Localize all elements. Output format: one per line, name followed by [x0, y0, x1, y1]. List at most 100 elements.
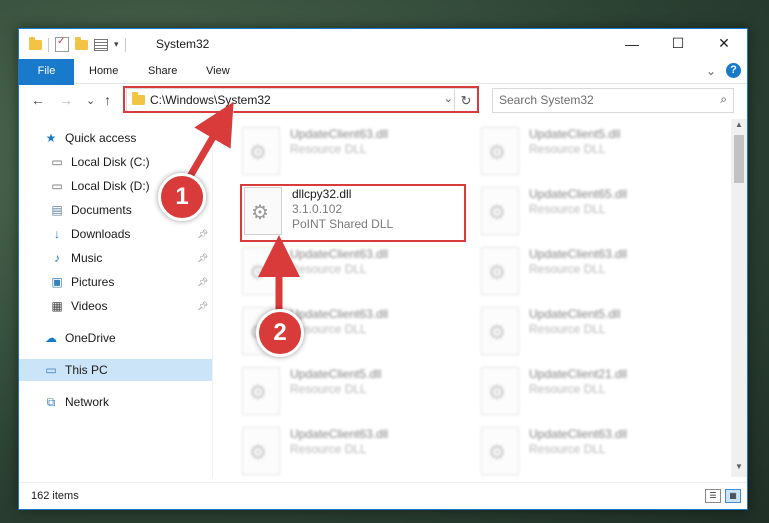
file-name: UpdateClient5.dll — [529, 307, 621, 321]
window-title: System32 — [156, 37, 210, 51]
back-button[interactable]: ← — [31, 92, 45, 108]
view-icon[interactable] — [94, 38, 108, 51]
search-placeholder: Search System32 — [499, 93, 594, 107]
new-folder-icon[interactable] — [75, 36, 88, 50]
file-type: Resource DLL — [529, 442, 606, 456]
sidebar-item-label: Documents — [71, 203, 132, 217]
dll-file-icon — [481, 247, 519, 295]
scroll-down-icon[interactable]: ▼ — [731, 462, 747, 476]
file-name: UpdateClient5.dll — [529, 127, 621, 141]
file-type: Resource DLL — [529, 202, 606, 216]
dll-file-icon — [481, 187, 519, 235]
sidebar-item-label: Videos — [71, 299, 108, 313]
up-button[interactable]: ↑ — [104, 92, 111, 108]
pin-icon[interactable]: 📌︎ — [197, 301, 208, 312]
customize-chevron-icon[interactable]: ▾ — [114, 39, 119, 50]
sidebar-item-network[interactable]: ⧉ Network — [19, 391, 212, 413]
sidebar-item-music[interactable]: ♪ Music 📌︎ — [19, 247, 212, 269]
tab-home[interactable]: Home — [89, 59, 118, 83]
file-list: UpdateClient63.dll Resource DLL dllcpy32… — [213, 119, 730, 477]
close-button[interactable]: ✕ — [701, 29, 747, 58]
file-name: UpdateClient5.dll — [290, 367, 382, 381]
file-item[interactable]: UpdateClient5.dll Resource DLL — [242, 367, 462, 423]
details-view-icon[interactable]: ☰ — [705, 489, 721, 503]
divider — [48, 37, 49, 52]
pin-icon[interactable]: 📌︎ — [197, 277, 208, 288]
sidebar-item-label: Local Disk (D:) — [71, 179, 150, 193]
file-name: UpdateClient63.dll — [290, 247, 389, 261]
pin-icon[interactable]: 📌︎ — [197, 253, 208, 264]
file-name: UpdateClient65.dll — [529, 187, 628, 201]
tiles-view-icon[interactable]: ▦ — [725, 489, 741, 503]
dll-file-icon — [481, 307, 519, 355]
recent-locations-button[interactable]: ⌄ — [86, 94, 95, 107]
sidebar-item-label: Local Disk (C:) — [71, 155, 150, 169]
dll-file-icon — [481, 427, 519, 475]
tab-view[interactable]: View — [206, 59, 230, 83]
file-type: Resource DLL — [529, 142, 606, 156]
navigation-bar: ← → ⌄ ↑ C:\Windows\System32 ⌄ ↻ Search S… — [19, 85, 747, 115]
computer-icon: ▭ — [45, 363, 57, 377]
quick-access-toolbar: ▾ — [29, 36, 126, 52]
address-highlight-box — [123, 86, 479, 113]
file-item[interactable]: UpdateClient5.dll Resource DLL — [481, 127, 701, 183]
file-name: UpdateClient63.dll — [290, 307, 389, 321]
dll-file-icon — [242, 127, 280, 175]
step-2-badge: 2 — [256, 309, 304, 357]
file-item[interactable]: UpdateClient65.dll Resource DLL — [481, 187, 701, 243]
file-type: Resource DLL — [290, 262, 367, 276]
search-input[interactable]: Search System32 ⌕ — [492, 88, 734, 113]
dll-file-icon — [481, 127, 519, 175]
pin-icon[interactable]: 📌︎ — [197, 229, 208, 240]
file-type: Resource DLL — [290, 382, 367, 396]
forward-button[interactable]: → — [59, 92, 73, 108]
music-icon: ♪ — [54, 251, 60, 265]
sidebar-item-this-pc[interactable]: ▭ This PC — [19, 359, 212, 381]
sidebar-item-pictures[interactable]: ▣ Pictures 📌︎ — [19, 271, 212, 293]
item-count: 162 items — [31, 490, 79, 502]
file-item[interactable]: UpdateClient21.dll Resource DLL — [481, 367, 701, 423]
sidebar-item-label: OneDrive — [65, 331, 116, 345]
cloud-icon: ☁ — [45, 331, 57, 345]
file-item[interactable]: UpdateClient63.dll Resource DLL — [242, 427, 462, 477]
sidebar-item-label: Downloads — [71, 227, 131, 241]
sidebar-item-onedrive[interactable]: ☁ OneDrive — [19, 327, 212, 349]
file-item[interactable]: UpdateClient63.dll Resource DLL — [481, 247, 701, 303]
sidebar-item-videos[interactable]: ▦ Videos 📌︎ — [19, 295, 212, 317]
vertical-scrollbar[interactable]: ▲ ▼ — [731, 119, 747, 477]
file-item[interactable]: UpdateClient63.dll Resource DLL — [242, 247, 462, 303]
sidebar-item-label: Music — [71, 251, 103, 265]
file-item[interactable]: UpdateClient63.dll Resource DLL — [242, 127, 462, 183]
download-icon: ↓ — [54, 227, 60, 241]
maximize-button[interactable]: ☐ — [655, 29, 701, 58]
file-item[interactable]: UpdateClient63.dll Resource DLL — [481, 427, 701, 477]
sidebar-item-downloads[interactable]: ↓ Downloads 📌︎ — [19, 223, 212, 245]
scrollbar-thumb[interactable] — [734, 135, 744, 183]
file-name: UpdateClient63.dll — [290, 127, 389, 141]
search-icon: ⌕ — [720, 92, 727, 106]
window-controls: — ☐ ✕ — [609, 29, 747, 58]
view-toggle: ☰ ▦ — [705, 489, 741, 503]
dll-file-icon — [242, 247, 280, 295]
minimize-button[interactable]: — — [609, 29, 655, 58]
sidebar-item-quick-access[interactable]: ★ Quick access — [19, 127, 212, 149]
file-explorer-window: ▾ System32 — ☐ ✕ File Home Share View ⌄ … — [18, 28, 748, 510]
scroll-up-icon[interactable]: ▲ — [731, 120, 747, 134]
drive-icon: ▭ — [51, 179, 63, 193]
ribbon-collapse-icon[interactable]: ⌄ — [706, 64, 716, 78]
title-bar: ▾ System32 — ☐ ✕ — [19, 29, 747, 59]
help-icon[interactable]: ? — [726, 63, 741, 78]
file-item[interactable]: UpdateClient5.dll Resource DLL — [481, 307, 701, 363]
file-highlight-box — [240, 184, 466, 242]
file-name: UpdateClient63.dll — [529, 247, 628, 261]
sidebar-item-local-disk-c[interactable]: ▭ Local Disk (C:) — [19, 151, 212, 173]
sidebar-item-label: This PC — [65, 363, 108, 377]
file-type: Resource DLL — [529, 262, 606, 276]
tab-share[interactable]: Share — [148, 59, 177, 83]
pictures-icon: ▣ — [51, 275, 63, 289]
properties-icon[interactable] — [55, 36, 69, 52]
ribbon-right-controls: ⌄ ? — [706, 63, 741, 78]
sidebar-item-label: Network — [65, 395, 110, 409]
file-type: Resource DLL — [529, 382, 606, 396]
file-name: UpdateClient21.dll — [529, 367, 628, 381]
